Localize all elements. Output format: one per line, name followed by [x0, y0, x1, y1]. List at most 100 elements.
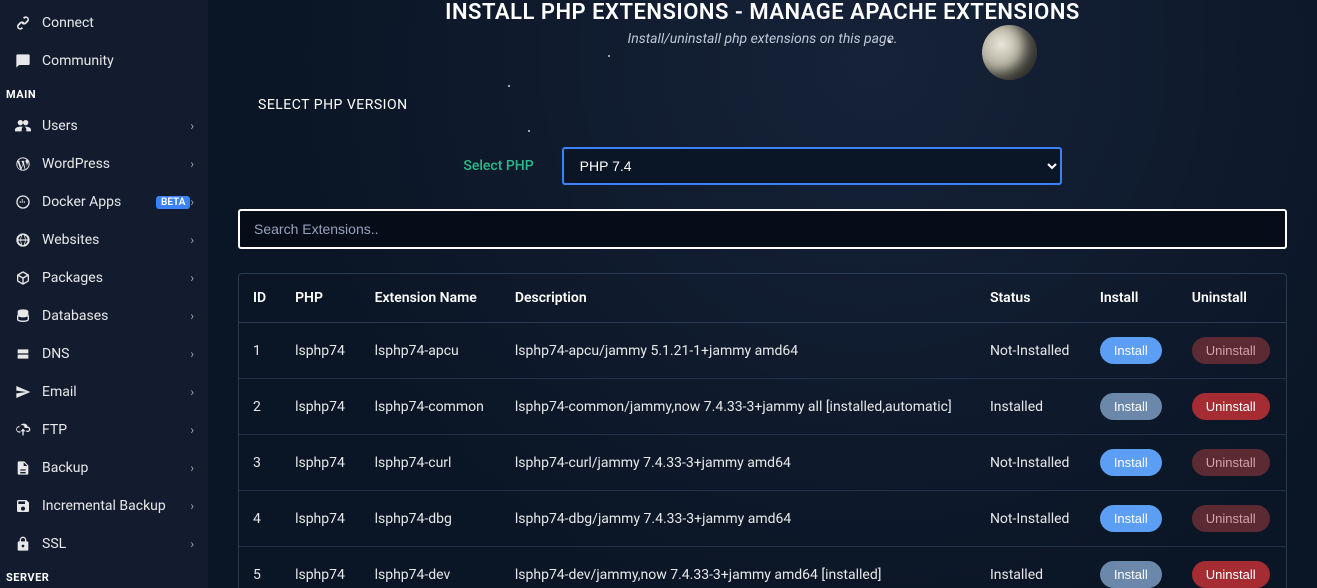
sidebar-item-websites[interactable]: Websites›: [0, 221, 208, 259]
panel-header: SELECT PHP VERSION: [238, 83, 1287, 127]
sidebar-heading-main: MAIN: [0, 80, 208, 107]
col-ext: Extension Name: [361, 274, 501, 323]
col-desc: Description: [501, 274, 976, 323]
chevron-right-icon: ›: [190, 195, 194, 209]
cell-id: 5: [239, 547, 281, 588]
chevron-right-icon: ›: [190, 347, 194, 361]
table-row: 5 lsphp74 lsphp74-dev lsphp74-dev/jammy,…: [239, 547, 1286, 588]
users-icon: [14, 117, 32, 135]
cell-status: Not-Installed: [976, 435, 1086, 491]
chevron-right-icon: ›: [190, 537, 194, 551]
cell-ext: lsphp74-curl: [361, 435, 501, 491]
sidebar-item-backup[interactable]: Backup›: [0, 449, 208, 487]
sidebar-item-packages[interactable]: Packages›: [0, 259, 208, 297]
cell-id: 4: [239, 491, 281, 547]
sidebar-item-ssl[interactable]: SSL›: [0, 525, 208, 563]
cell-ext: lsphp74-apcu: [361, 323, 501, 379]
col-uninstall: Uninstall: [1178, 274, 1286, 323]
table-row: 4 lsphp74 lsphp74-dbg lsphp74-dbg/jammy …: [239, 491, 1286, 547]
uninstall-button[interactable]: Uninstall: [1192, 393, 1270, 420]
sidebar-item-dns[interactable]: DNS›: [0, 335, 208, 373]
install-button[interactable]: Install: [1100, 449, 1162, 476]
database-icon: [14, 307, 32, 325]
sidebar-item-label: Users: [42, 118, 190, 134]
sidebar-heading-server: SERVER: [0, 563, 208, 588]
beta-badge: BETA: [156, 196, 190, 209]
sidebar: ConnectCommunity MAIN Users›WordPress›Do…: [0, 0, 208, 588]
sidebar-item-incremental-backup[interactable]: Incremental Backup›: [0, 487, 208, 525]
uninstall-button[interactable]: Uninstall: [1192, 449, 1270, 476]
sidebar-item-email[interactable]: Email›: [0, 373, 208, 411]
chevron-right-icon: ›: [190, 271, 194, 285]
chevron-right-icon: ›: [190, 157, 194, 171]
sidebar-item-wordpress[interactable]: WordPress›: [0, 145, 208, 183]
cell-desc: lsphp74-apcu/jammy 5.1.21-1+jammy amd64: [501, 323, 976, 379]
uninstall-button[interactable]: Uninstall: [1192, 337, 1270, 364]
search-extensions-input[interactable]: [238, 209, 1287, 249]
table-row: 3 lsphp74 lsphp74-curl lsphp74-curl/jamm…: [239, 435, 1286, 491]
package-icon: [14, 269, 32, 287]
chevron-right-icon: ›: [190, 385, 194, 399]
sidebar-item-label: Docker Apps: [42, 194, 150, 210]
globe-icon: [14, 231, 32, 249]
sidebar-item-label: Email: [42, 384, 190, 400]
cell-id: 3: [239, 435, 281, 491]
uninstall-button[interactable]: Uninstall: [1192, 561, 1270, 588]
sidebar-item-label: DNS: [42, 346, 190, 362]
cell-ext: lsphp74-common: [361, 379, 501, 435]
select-php-label: Select PHP: [463, 158, 533, 174]
sidebar-item-docker-apps[interactable]: Docker Apps BETA›: [0, 183, 208, 221]
sidebar-item-label: Databases: [42, 308, 190, 324]
chevron-right-icon: ›: [190, 309, 194, 323]
sidebar-item-ftp[interactable]: FTP›: [0, 411, 208, 449]
cell-desc: lsphp74-dbg/jammy 7.4.33-3+jammy amd64: [501, 491, 976, 547]
backup-icon: [14, 459, 32, 477]
cell-ext: lsphp74-dbg: [361, 491, 501, 547]
lock-icon: [14, 535, 32, 553]
sidebar-item-label: Community: [42, 53, 194, 69]
sidebar-item-databases[interactable]: Databases›: [0, 297, 208, 335]
sidebar-item-community[interactable]: Community: [0, 42, 208, 80]
wordpress-icon: [14, 155, 32, 173]
cell-status: Not-Installed: [976, 491, 1086, 547]
cell-php: lsphp74: [281, 379, 361, 435]
cell-desc: lsphp74-dev/jammy,now 7.4.33-3+jammy amd…: [501, 547, 976, 588]
sidebar-item-label: WordPress: [42, 156, 190, 172]
sidebar-item-label: SSL: [42, 536, 190, 552]
sidebar-item-label: Incremental Backup: [42, 498, 190, 514]
col-php: PHP: [281, 274, 361, 323]
chevron-right-icon: ›: [190, 461, 194, 475]
install-button[interactable]: Install: [1100, 505, 1162, 532]
col-id: ID: [239, 274, 281, 323]
col-install: Install: [1086, 274, 1178, 323]
cell-id: 2: [239, 379, 281, 435]
cell-php: lsphp74: [281, 491, 361, 547]
select-php-dropdown[interactable]: PHP 7.4: [562, 147, 1062, 185]
chevron-right-icon: ›: [190, 423, 194, 437]
chevron-right-icon: ›: [190, 233, 194, 247]
email-icon: [14, 383, 32, 401]
install-button[interactable]: Install: [1100, 561, 1162, 588]
install-button[interactable]: Install: [1100, 337, 1162, 364]
save-icon: [14, 497, 32, 515]
ftp-icon: [14, 421, 32, 439]
page-title: INSTALL PHP EXTENSIONS - MANAGE APACHE E…: [238, 0, 1287, 25]
install-button[interactable]: Install: [1100, 393, 1162, 420]
sidebar-item-label: Backup: [42, 460, 190, 476]
sidebar-item-label: Websites: [42, 232, 190, 248]
page-subtitle: Install/uninstall php extensions on this…: [238, 31, 1287, 47]
extensions-table: ID PHP Extension Name Description Status…: [238, 273, 1287, 588]
sidebar-item-label: Connect: [42, 15, 194, 31]
cell-php: lsphp74: [281, 323, 361, 379]
cell-status: Not-Installed: [976, 323, 1086, 379]
chevron-right-icon: ›: [190, 119, 194, 133]
sidebar-item-connect[interactable]: Connect: [0, 4, 208, 42]
uninstall-button[interactable]: Uninstall: [1192, 505, 1270, 532]
chat-icon: [14, 52, 32, 70]
moon-graphic: [982, 25, 1037, 80]
docker-icon: [14, 193, 32, 211]
sidebar-item-users[interactable]: Users›: [0, 107, 208, 145]
cell-php: lsphp74: [281, 547, 361, 588]
cell-desc: lsphp74-common/jammy,now 7.4.33-3+jammy …: [501, 379, 976, 435]
table-row: 2 lsphp74 lsphp74-common lsphp74-common/…: [239, 379, 1286, 435]
